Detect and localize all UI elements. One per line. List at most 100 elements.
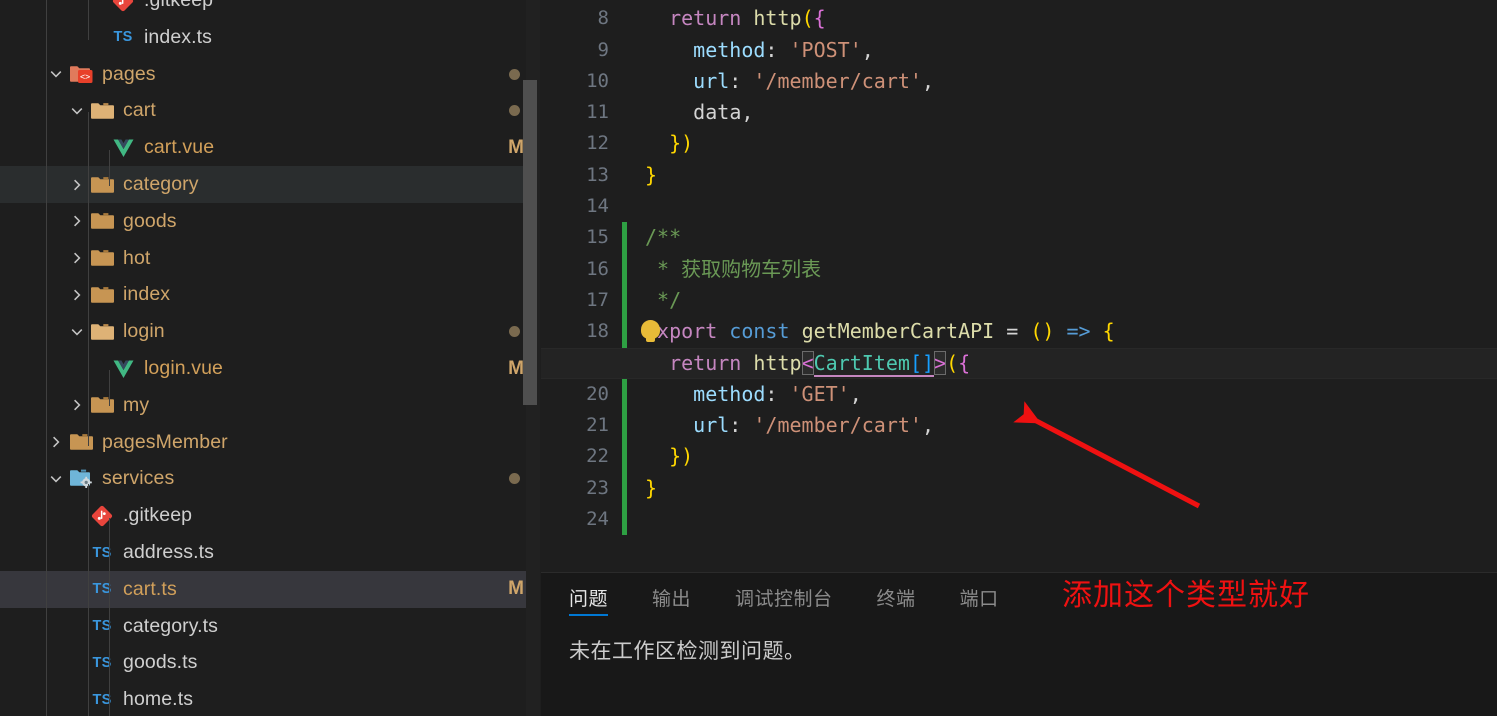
panel-tab-2[interactable]: 调试控制台 <box>735 573 833 621</box>
tree-file-gitkeep[interactable]: .gitkeep <box>0 497 540 534</box>
tree-file-index-ts[interactable]: TS index.ts <box>0 19 540 56</box>
tree-file-address-ts[interactable]: TS address.ts <box>0 534 540 571</box>
chevron-right-icon[interactable] <box>66 276 88 313</box>
code-line[interactable]: url: '/member/cart', <box>541 410 1497 441</box>
tree-item-label: .gitkeep <box>123 504 193 527</box>
tree-folder-pagesmember[interactable]: pagesMember <box>0 424 540 461</box>
tree-folder-category[interactable]: category <box>0 166 540 203</box>
tree-item-label: cart <box>123 99 156 122</box>
chevron-down-icon[interactable] <box>66 92 88 129</box>
chevron-right-icon[interactable] <box>66 166 88 203</box>
tree-folder-hot[interactable]: hot <box>0 240 540 277</box>
tree-file-cart-vue[interactable]: cart.vue M <box>0 129 540 166</box>
chevron-down-icon[interactable] <box>66 313 88 350</box>
lightbulb-quickfix-icon[interactable] <box>641 320 660 343</box>
typescript-icon: TS <box>113 29 133 46</box>
tree-file-login-vue[interactable]: login.vue M <box>0 350 540 387</box>
tree-item-label: category <box>123 173 199 195</box>
panel-tab-3[interactable]: 终端 <box>877 573 916 621</box>
tree-file-gitkeep[interactable]: .gitkeep <box>0 0 540 19</box>
tree-indent-spacer <box>0 184 66 185</box>
tree-indent-spacer <box>0 110 66 111</box>
tree-folder-my[interactable]: my <box>0 387 540 424</box>
tree-item-label: category.ts <box>123 614 219 637</box>
folder-dirty-dot <box>509 68 520 80</box>
chevron-right-icon[interactable] <box>66 240 88 277</box>
panel-tab-1[interactable]: 输出 <box>652 573 691 621</box>
tree-file-home-ts[interactable]: TS home.ts <box>0 681 540 716</box>
code-line[interactable]: }) <box>541 441 1497 472</box>
tree-indent-spacer <box>0 442 45 443</box>
code-line[interactable]: * 获取购物车列表 <box>541 254 1497 285</box>
code-line[interactable]: }) <box>541 128 1497 159</box>
chevron-down-icon[interactable] <box>45 460 67 497</box>
svg-text:<>: <> <box>79 72 89 82</box>
code-line[interactable]: data, <box>541 97 1497 128</box>
folder-dirty-dot <box>509 105 520 117</box>
code-line[interactable]: method: 'POST', <box>541 35 1497 66</box>
code-line[interactable]: } <box>541 160 1497 191</box>
code-editor[interactable]: 8 return http({9 method: 'POST', 10 url: … <box>541 0 1497 572</box>
tree-indent-spacer <box>0 552 66 553</box>
file-explorer-tree[interactable]: .gitkeep TS index.ts <> pages cart cart.vue… <box>0 0 540 716</box>
code-line-text: }) <box>669 444 694 469</box>
code-line-text: return http<CartItem[]>({ <box>669 350 971 377</box>
tree-folder-goods[interactable]: goods <box>0 203 540 240</box>
twisty-spacer <box>66 534 88 571</box>
folder-icon <box>88 387 116 424</box>
panel-tab-bar[interactable]: 问题 输出 调试控制台 终端 端口 <box>541 573 1497 621</box>
code-line-text: method: 'POST', <box>693 37 874 62</box>
panel-tab-4[interactable]: 端口 <box>960 573 999 621</box>
tree-indent-spacer <box>0 258 66 259</box>
tree-file-cart-ts[interactable]: TS cart.ts M <box>0 570 540 608</box>
twisty-spacer <box>66 644 88 681</box>
code-line[interactable]: return http<CartItem[]>({ <box>541 347 1497 379</box>
tree-folder-cart[interactable]: cart <box>0 92 540 129</box>
folder-dirty-dot <box>509 473 520 485</box>
code-line[interactable] <box>541 191 1497 222</box>
tree-indent-spacer <box>0 331 66 332</box>
tree-indent-guide <box>46 0 47 716</box>
chevron-right-icon[interactable] <box>66 203 88 240</box>
git-status-badge: M <box>508 578 524 600</box>
code-line[interactable]: */ <box>541 285 1497 316</box>
chevron-right-icon[interactable] <box>45 424 67 461</box>
code-line[interactable]: url: '/member/cart', <box>541 66 1497 97</box>
folder-icon <box>88 166 116 203</box>
code-line[interactable]: } <box>541 473 1497 504</box>
tree-indent-guide <box>109 150 110 186</box>
code-line[interactable] <box>541 504 1497 535</box>
twisty-spacer <box>66 608 88 645</box>
folder-open-icon <box>88 92 116 129</box>
folder-open-icon <box>88 313 116 350</box>
code-line[interactable]: method: 'GET', <box>541 379 1497 410</box>
code-line[interactable]: /** <box>541 222 1497 253</box>
tree-indent-spacer <box>0 626 66 627</box>
tree-indent-guide <box>109 518 110 716</box>
tree-folder-login[interactable]: login <box>0 313 540 350</box>
panel-tab-0[interactable]: 问题 <box>569 573 609 621</box>
tree-file-category-ts[interactable]: TS category.ts <box>0 608 540 645</box>
code-line[interactable]: return http({ <box>541 3 1497 34</box>
typescript-icon: TS <box>92 691 112 708</box>
tree-folder-pages[interactable]: <> pages <box>0 56 540 93</box>
tree-item-label: services <box>102 467 175 490</box>
tree-folder-services[interactable]: services <box>0 460 540 497</box>
vue-icon <box>109 129 137 166</box>
folder-icon <box>67 424 95 461</box>
typescript-icon: TS <box>92 581 112 598</box>
tree-item-label: my <box>123 393 150 416</box>
chevron-right-icon[interactable] <box>66 387 88 424</box>
tree-item-label: pages <box>102 62 156 85</box>
tree-item-label: .gitkeep <box>144 0 214 11</box>
code-line[interactable]: export const getMemberCartAPI = () => { <box>541 316 1497 347</box>
chevron-down-icon[interactable] <box>45 56 67 93</box>
sidebar-scrollbar-thumb[interactable] <box>523 80 537 405</box>
tree-folder-index[interactable]: index <box>0 276 540 313</box>
tree-item-label: login <box>123 320 165 343</box>
folder-icon <box>88 240 116 277</box>
twisty-spacer <box>66 681 88 716</box>
annotation-text: 添加这个类型就好 <box>1062 579 1310 612</box>
tree-item-label: cart.ts <box>123 577 177 600</box>
tree-file-goods-ts[interactable]: TS goods.ts <box>0 644 540 681</box>
